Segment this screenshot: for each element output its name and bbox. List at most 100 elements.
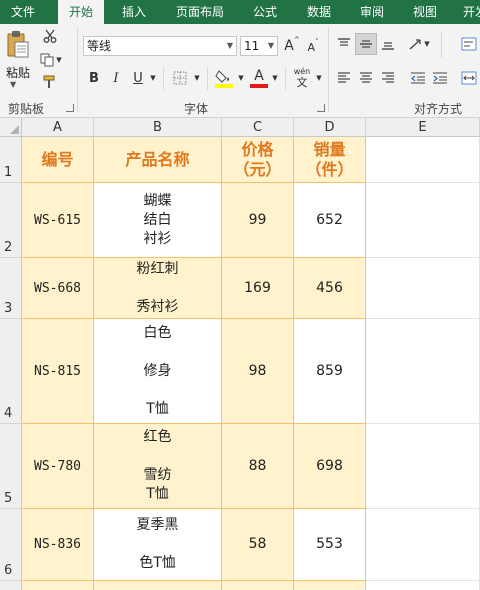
column-header-e[interactable]: E	[366, 118, 480, 137]
paste-button[interactable]	[5, 29, 31, 61]
increase-indent-button[interactable]	[430, 68, 450, 88]
align-top-button[interactable]	[334, 34, 354, 54]
cell-e1[interactable]	[366, 137, 480, 183]
cell-id[interactable]: NS-836	[22, 509, 94, 581]
cell-e4[interactable]	[366, 319, 480, 424]
column-header-c[interactable]: C	[222, 118, 294, 137]
italic-button[interactable]: I	[108, 68, 124, 88]
column-header-b[interactable]: B	[94, 118, 222, 137]
row-header-4[interactable]: 4	[0, 319, 22, 424]
cell-b7[interactable]	[94, 581, 222, 590]
font-color-button[interactable]: A	[249, 66, 269, 90]
cell-sales[interactable]: 652	[294, 183, 366, 258]
format-painter-button[interactable]	[42, 74, 58, 90]
column-header-d[interactable]: D	[294, 118, 366, 137]
font-launcher-icon[interactable]	[317, 104, 325, 112]
cell-id[interactable]: NS-815	[22, 319, 94, 424]
copy-button[interactable]: ▼	[40, 52, 62, 68]
tab-file[interactable]: 文件	[0, 0, 46, 24]
align-bottom-button[interactable]	[378, 34, 398, 54]
bold-button[interactable]: B	[85, 68, 103, 88]
font-size-select[interactable]: 11 ▼	[240, 36, 278, 56]
tab-data[interactable]: 数据	[297, 0, 341, 24]
decrease-indent-button[interactable]	[408, 68, 428, 88]
cell-e3[interactable]	[366, 258, 480, 319]
phonetic-guide-button[interactable]: wén 文	[290, 64, 314, 90]
cell-price[interactable]: 58	[222, 509, 294, 581]
align-middle-button[interactable]	[355, 33, 377, 55]
align-left-icon	[338, 72, 350, 83]
cell-d7[interactable]	[294, 581, 366, 590]
header-cell-name[interactable]: 产品名称	[94, 137, 222, 183]
merge-center-button[interactable]	[458, 68, 480, 88]
cell-id[interactable]: WS-780	[22, 424, 94, 509]
row-header-2[interactable]: 2	[0, 183, 22, 258]
cell-sales[interactable]: 456	[294, 258, 366, 319]
row-header-7[interactable]	[0, 581, 22, 590]
tab-formulas[interactable]: 公式	[243, 0, 287, 24]
phonetic-dropdown-arrow[interactable]: ▼	[314, 70, 324, 86]
orientation-dropdown-arrow[interactable]: ▼	[424, 40, 429, 48]
row-header-1[interactable]: 1	[0, 137, 22, 183]
cell-price[interactable]: 98	[222, 319, 294, 424]
wrap-text-button[interactable]	[458, 34, 480, 54]
row-header-6[interactable]: 6	[0, 509, 22, 581]
font-name-value: 等线	[87, 39, 112, 53]
tab-review[interactable]: 审阅	[350, 0, 394, 24]
fill-color-button[interactable]	[213, 66, 235, 90]
shrink-font-caret-icon: ˅	[315, 38, 319, 46]
borders-dropdown-arrow[interactable]: ▼	[192, 70, 202, 86]
grow-font-button[interactable]: A ^	[284, 36, 300, 56]
cell-c7[interactable]	[222, 581, 294, 590]
align-center-button[interactable]	[356, 68, 376, 88]
wrap-text-icon	[461, 37, 477, 51]
cell-price[interactable]: 169	[222, 258, 294, 319]
cell-e2[interactable]	[366, 183, 480, 258]
cell-product-name[interactable]: 夏季黑 色T恤	[94, 509, 222, 581]
cell-a7[interactable]	[22, 581, 94, 590]
cell-id[interactable]: WS-668	[22, 258, 94, 319]
tab-page-layout[interactable]: 页面布局	[165, 0, 235, 24]
align-right-button[interactable]	[378, 68, 398, 88]
fill-color-dropdown-arrow[interactable]: ▼	[236, 70, 246, 86]
orientation-button[interactable]: ▼	[408, 34, 430, 54]
cell-product-name[interactable]: 粉红刺 秀衬衫	[94, 258, 222, 319]
cell-sales[interactable]: 553	[294, 509, 366, 581]
row-header-3[interactable]: 3	[0, 258, 22, 319]
cell-price[interactable]: 88	[222, 424, 294, 509]
borders-button[interactable]	[170, 68, 190, 88]
tab-view[interactable]: 视图	[403, 0, 447, 24]
column-header-a[interactable]: A	[22, 118, 94, 137]
underline-dropdown-arrow[interactable]: ▼	[148, 70, 158, 86]
paste-dropdown-arrow[interactable]: ▼	[10, 80, 16, 89]
orientation-icon	[409, 39, 421, 50]
row-header-5[interactable]: 5	[0, 424, 22, 509]
cell-sales[interactable]: 859	[294, 319, 366, 424]
header-cell-sales[interactable]: 销量 （件）	[294, 137, 366, 183]
cell-product-name[interactable]: 红色 雪纺 T恤	[94, 424, 222, 509]
clipboard-launcher-icon[interactable]	[66, 104, 74, 112]
tab-developer[interactable]: 开发	[455, 0, 480, 24]
alignment-group-label: 对齐方式	[414, 102, 463, 116]
align-left-button[interactable]	[334, 68, 354, 88]
underline-button[interactable]: U	[129, 68, 147, 88]
font-color-dropdown-arrow[interactable]: ▼	[270, 70, 280, 86]
cell-product-name[interactable]: 蝴蝶 结白 衬衫	[94, 183, 222, 258]
font-name-select[interactable]: 等线 ▼	[83, 36, 237, 56]
cell-e7[interactable]	[366, 581, 480, 590]
cell-id[interactable]: WS-615	[22, 183, 94, 258]
tab-home[interactable]: 开始	[58, 0, 104, 24]
cell-price[interactable]: 99	[222, 183, 294, 258]
cut-button[interactable]	[42, 28, 58, 44]
select-all-button[interactable]	[0, 118, 22, 137]
copy-dropdown-arrow[interactable]: ▼	[56, 56, 61, 64]
cell-e6[interactable]	[366, 509, 480, 581]
cell-sales[interactable]: 698	[294, 424, 366, 509]
scissors-icon	[43, 29, 57, 43]
shrink-font-button[interactable]: A ˅	[305, 38, 321, 56]
header-cell-id[interactable]: 编号	[22, 137, 94, 183]
cell-product-name[interactable]: 白色 修身 T恤	[94, 319, 222, 424]
cell-e5[interactable]	[366, 424, 480, 509]
header-cell-price[interactable]: 价格 （元）	[222, 137, 294, 183]
tab-insert[interactable]: 插入	[112, 0, 156, 24]
